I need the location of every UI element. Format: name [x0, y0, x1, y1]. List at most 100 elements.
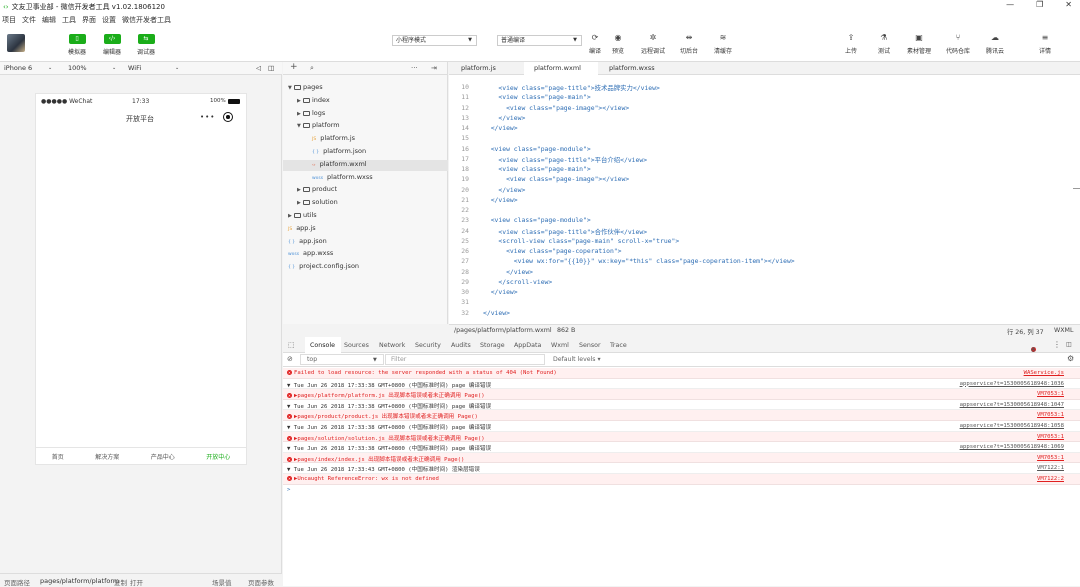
- console-source-link[interactable]: VM7122:2: [1037, 476, 1064, 482]
- console-source-link[interactable]: VM7053:1: [1037, 391, 1064, 397]
- details-button[interactable]: ≡ 详情: [1039, 34, 1051, 56]
- file-tree-item[interactable]: wxss platform.wxss: [283, 173, 448, 184]
- console-log-row[interactable]: ▼ Tue Jun 26 2018 17:33:38 GMT+0800 (中国标…: [283, 399, 1080, 411]
- window-icon[interactable]: ◫: [268, 64, 274, 72]
- upload-button[interactable]: ⇪ 上传: [845, 34, 857, 56]
- tab-audits[interactable]: Audits: [451, 342, 471, 349]
- clear-console-icon[interactable]: ⊘: [287, 355, 293, 363]
- repo-button[interactable]: ⑂ 代码仓库: [946, 34, 970, 56]
- tab-trace[interactable]: Trace: [610, 342, 627, 349]
- compile-button[interactable]: ⟳ 编译: [589, 34, 601, 56]
- file-tree-item[interactable]: { } platform.json: [283, 147, 448, 158]
- file-tree-item[interactable]: ‹› platform.wxml: [283, 159, 448, 171]
- console-error-row[interactable]: × ▶Uncaught ReferenceError: wx is not def…: [283, 474, 1080, 485]
- background-button[interactable]: ⇹ 切后台: [680, 34, 698, 56]
- maximize-button[interactable]: ❐: [1036, 0, 1043, 9]
- dock-icon[interactable]: ◫: [1066, 341, 1072, 348]
- file-tree-item[interactable]: { } project.config.json: [283, 262, 448, 273]
- console-source-link[interactable]: VM7053:1: [1037, 412, 1064, 418]
- console-source-link[interactable]: appservice?t=1530005618948:1036: [960, 381, 1064, 387]
- collapse-icon[interactable]: ⇥: [431, 64, 437, 72]
- chevron-down-icon[interactable]: ⌄: [48, 65, 52, 71]
- search-icon[interactable]: ⌕: [310, 64, 314, 73]
- debugger-toggle-button[interactable]: ⇆ 调试器: [137, 34, 155, 56]
- console-prompt[interactable]: >: [287, 487, 290, 493]
- settings-gear-icon[interactable]: ⚙: [1067, 354, 1074, 363]
- menu-item-tools[interactable]: 工具: [62, 15, 76, 25]
- editor-toggle-button[interactable]: ‹/› 编辑器: [103, 34, 121, 56]
- menu-item-project[interactable]: 项目: [2, 15, 16, 25]
- tab-open-center[interactable]: 开放中心: [206, 452, 230, 461]
- simulator-toggle-button[interactable]: ▯ 模拟器: [68, 34, 86, 56]
- tab-storage[interactable]: Storage: [480, 342, 505, 349]
- tab-solutions[interactable]: 解决方案: [95, 452, 119, 461]
- menu-item-view[interactable]: 界面: [82, 15, 96, 25]
- console-error-row[interactable]: × Failed to load resource: the server res…: [283, 368, 1080, 379]
- sound-icon[interactable]: ◁: [256, 64, 261, 72]
- console-log-row[interactable]: ▼ Tue Jun 26 2018 17:33:43 GMT+0800 (中国标…: [283, 463, 1080, 474]
- console-source-link[interactable]: VM7053:1: [1037, 434, 1064, 440]
- assets-button[interactable]: ▣ 素材管理: [907, 34, 931, 56]
- inspect-icon[interactable]: ⬚: [288, 341, 295, 349]
- file-tree-item[interactable]: JS platform.js: [283, 134, 448, 145]
- menu-item-edit[interactable]: 编辑: [42, 15, 56, 25]
- more-icon[interactable]: •••: [200, 113, 215, 121]
- remote-debug-button[interactable]: ✲ 远程调试: [641, 34, 665, 56]
- log-levels-select[interactable]: Default levels ▾: [553, 356, 601, 363]
- chevron-down-icon[interactable]: ⌄: [175, 65, 179, 71]
- file-tree-item[interactable]: ▶ index: [283, 96, 448, 107]
- tab-home[interactable]: 首页: [52, 452, 64, 461]
- console-source-link[interactable]: VM7122:1: [1037, 465, 1064, 471]
- tab-appdata[interactable]: AppData: [514, 342, 541, 349]
- minimize-button[interactable]: —: [1006, 0, 1014, 9]
- console-log-row[interactable]: ▼ Tue Jun 26 2018 17:33:38 GMT+0800 (中国标…: [283, 378, 1080, 390]
- file-tree-item[interactable]: ▶ product: [283, 185, 448, 196]
- code-editor[interactable]: 10 <view class="page-title">技术品牌实力</view…: [449, 75, 1080, 324]
- tab-products[interactable]: 产品中心: [151, 452, 175, 461]
- device-select[interactable]: iPhone 6: [4, 64, 32, 72]
- console-log-row[interactable]: ▼ Tue Jun 26 2018 17:33:38 GMT+0800 (中国标…: [283, 442, 1080, 453]
- file-tree-item[interactable]: JS app.js: [283, 224, 448, 235]
- file-tree-item[interactable]: ▶ utils: [283, 211, 448, 222]
- more-icon[interactable]: ···: [411, 64, 418, 72]
- chevron-down-icon[interactable]: ⌄: [112, 65, 116, 71]
- close-capsule-icon[interactable]: [223, 112, 233, 122]
- clear-cache-button[interactable]: ≋ 清缓存: [714, 34, 732, 56]
- test-button[interactable]: ⚗ 测试: [878, 34, 890, 56]
- file-tree-item[interactable]: { } app.json: [283, 237, 448, 248]
- zoom-select[interactable]: 100%: [68, 64, 87, 72]
- console-log-row[interactable]: ▼ Tue Jun 26 2018 17:33:38 GMT+0800 (中国标…: [283, 421, 1080, 432]
- tab-wxml[interactable]: Wxml: [551, 342, 569, 349]
- file-tree-item[interactable]: ▼ pages: [283, 83, 448, 94]
- file-tree-item[interactable]: ▶ solution: [283, 198, 448, 209]
- tencent-cloud-button[interactable]: ☁ 腾讯云: [986, 34, 1004, 56]
- tab-console[interactable]: Console: [310, 342, 335, 349]
- console-error-row[interactable]: × ▶pages/product/product.js 出现脚本错误或者未正确调用…: [283, 410, 1080, 421]
- language-mode[interactable]: WXML: [1054, 327, 1073, 334]
- tab-network[interactable]: Network: [379, 342, 405, 349]
- console-source-link[interactable]: VM7053:1: [1037, 455, 1064, 461]
- filter-input[interactable]: [385, 354, 545, 365]
- tab-sources[interactable]: Sources: [344, 342, 369, 349]
- network-select[interactable]: WiFi: [128, 64, 141, 72]
- tab-security[interactable]: Security: [415, 342, 441, 349]
- menu-item-settings[interactable]: 设置: [102, 15, 116, 25]
- console-error-row[interactable]: × ▶pages/solution/solution.js 出现脚本错误或者未正确…: [283, 431, 1080, 443]
- tab-platform-wxss[interactable]: platform.wxss: [599, 62, 665, 75]
- file-tree-item[interactable]: wxss app.wxss: [283, 249, 448, 260]
- console-source-link[interactable]: appservice?t=1530005618948:1058: [960, 423, 1064, 429]
- tab-platform-js[interactable]: platform.js: [451, 62, 506, 75]
- tab-platform-wxml[interactable]: platform.wxml: [524, 62, 598, 82]
- menu-item-file[interactable]: 文件: [22, 15, 36, 25]
- console-source-link[interactable]: appservice?t=1530005618948:1047: [960, 402, 1064, 408]
- menu-item-devtools[interactable]: 微信开发者工具: [122, 15, 171, 25]
- preview-button[interactable]: ◉ 预览: [612, 34, 624, 56]
- file-tree-item[interactable]: ▶ logs: [283, 109, 448, 120]
- console-source-link[interactable]: appservice?t=1530005618948:1069: [960, 444, 1064, 450]
- console-source-link[interactable]: WAService.js: [1024, 370, 1064, 376]
- console-error-row[interactable]: × ▶pages/platform/platform.js 出现脚本错误或者未正确…: [283, 389, 1080, 400]
- add-icon[interactable]: +: [290, 62, 298, 72]
- kebab-menu-icon[interactable]: ⋮: [1053, 340, 1061, 349]
- console-error-row[interactable]: × ▶pages/index/index.js 出现脚本错误或者未正确调用 Pag…: [283, 452, 1080, 464]
- mode-select[interactable]: 小程序模式 ▼: [392, 35, 477, 46]
